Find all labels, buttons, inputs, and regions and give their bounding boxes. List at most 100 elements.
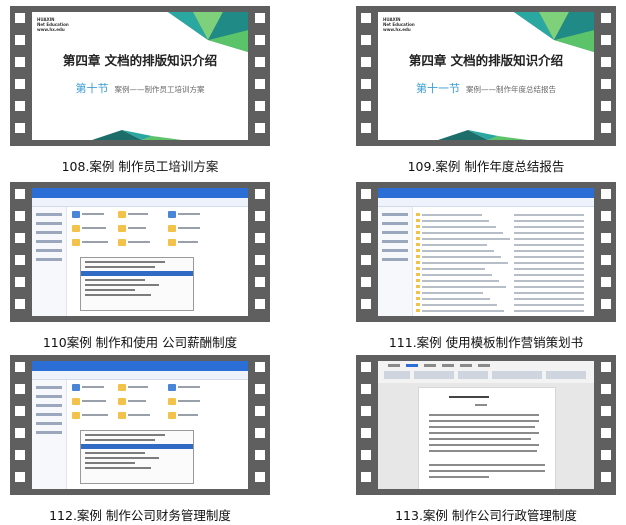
film-perforation — [601, 450, 611, 460]
film-perforation — [15, 255, 25, 265]
film-perforation — [601, 123, 611, 133]
film-strip-frame — [10, 355, 270, 495]
video-caption[interactable]: 110案例 制作和使用 公司薪酬制度 — [10, 332, 270, 351]
film-perforation — [601, 35, 611, 45]
film-perforation — [255, 472, 265, 482]
film-perforation — [361, 384, 371, 394]
film-perforations-right — [250, 182, 270, 322]
thumbnail-image[interactable] — [378, 188, 594, 316]
film-perforation — [255, 233, 265, 243]
decorative-polygons — [514, 12, 594, 52]
document-page — [418, 387, 556, 489]
film-perforation — [601, 79, 611, 89]
film-perforation — [255, 79, 265, 89]
film-strip-frame: HUAXIN Net Education www.hx.edu 第四章 文档的排… — [10, 6, 270, 146]
film-perforation — [15, 450, 25, 460]
film-perforation — [361, 189, 371, 199]
video-thumbnail-card[interactable]: 113.案例 制作公司行政管理制度 — [356, 355, 616, 523]
film-perforation — [15, 362, 25, 372]
film-perforation — [15, 189, 25, 199]
film-strip-frame — [10, 182, 270, 322]
film-perforation — [255, 450, 265, 460]
film-perforation — [255, 384, 265, 394]
section-number: 第十节 — [75, 82, 109, 95]
film-perforation — [361, 255, 371, 265]
film-perforation — [15, 299, 25, 309]
film-perforation — [361, 79, 371, 89]
video-caption[interactable]: 112.案例 制作公司财务管理制度 — [10, 505, 270, 524]
film-perforation — [361, 362, 371, 372]
video-caption[interactable]: 108.案例 制作员工培训方案 — [10, 156, 270, 175]
film-perforation — [255, 428, 265, 438]
film-perforation — [601, 384, 611, 394]
section-subtitle: 案例——制作年度总结报告 — [466, 85, 556, 94]
film-perforation — [255, 13, 265, 23]
video-thumbnail-card[interactable]: 112.案例 制作公司财务管理制度 — [10, 355, 270, 523]
logo: HUAXIN Net Education www.hx.edu — [37, 17, 69, 32]
film-perforation — [361, 57, 371, 67]
film-strip-frame — [356, 355, 616, 495]
film-perforation — [15, 35, 25, 45]
file-list-screenshot — [378, 188, 594, 316]
film-perforation — [601, 406, 611, 416]
film-perforations-left — [10, 6, 30, 146]
film-perforation — [15, 384, 25, 394]
film-perforation — [15, 79, 25, 89]
video-thumbnail-card[interactable]: 111.案例 使用模板制作营销策划书 — [356, 182, 616, 350]
film-perforations-left — [356, 355, 376, 495]
film-perforation — [361, 299, 371, 309]
film-perforation — [601, 211, 611, 221]
slide-section: 第十一节 案例——制作年度总结报告 — [378, 80, 594, 96]
film-perforation — [361, 450, 371, 460]
thumbnail-image[interactable]: HUAXIN Net Education www.hx.edu 第四章 文档的排… — [32, 12, 248, 140]
thumbnail-image[interactable] — [378, 361, 594, 489]
thumbnail-image[interactable]: HUAXIN Net Education www.hx.edu 第四章 文档的排… — [378, 12, 594, 140]
film-perforation — [255, 211, 265, 221]
film-perforation — [361, 277, 371, 287]
file-dialog-screenshot — [32, 188, 248, 316]
film-perforation — [15, 406, 25, 416]
film-perforation — [255, 123, 265, 133]
film-perforations-left — [356, 6, 376, 146]
video-caption[interactable]: 109.案例 制作年度总结报告 — [356, 156, 616, 175]
film-perforation — [601, 277, 611, 287]
film-perforation — [15, 123, 25, 133]
film-perforation — [255, 362, 265, 372]
film-perforation — [361, 123, 371, 133]
film-strip-frame — [356, 182, 616, 322]
film-perforation — [601, 57, 611, 67]
film-perforation — [15, 233, 25, 243]
film-perforation — [255, 299, 265, 309]
video-thumbnail-card[interactable]: 110案例 制作和使用 公司薪酬制度 — [10, 182, 270, 350]
film-perforations-right — [250, 355, 270, 495]
logo: HUAXIN Net Education www.hx.edu — [383, 17, 415, 32]
decorative-polygons-bottom — [92, 130, 182, 140]
film-perforations-right — [596, 6, 616, 146]
film-perforation — [255, 35, 265, 45]
film-perforation — [601, 233, 611, 243]
thumbnail-image[interactable] — [32, 188, 248, 316]
film-perforation — [601, 189, 611, 199]
film-perforation — [601, 101, 611, 111]
film-perforation — [15, 277, 25, 287]
video-thumbnail-card[interactable]: HUAXIN Net Education www.hx.edu 第四章 文档的排… — [356, 6, 616, 174]
film-perforation — [361, 472, 371, 482]
video-thumbnail-card[interactable]: HUAXIN Net Education www.hx.edu 第四章 文档的排… — [10, 6, 270, 174]
film-perforations-right — [250, 6, 270, 146]
film-perforation — [255, 57, 265, 67]
video-caption[interactable]: 113.案例 制作公司行政管理制度 — [356, 505, 616, 524]
film-perforations-left — [10, 182, 30, 322]
film-perforation — [361, 428, 371, 438]
film-perforation — [601, 13, 611, 23]
film-perforations-left — [10, 355, 30, 495]
video-caption[interactable]: 111.案例 使用模板制作营销策划书 — [356, 332, 616, 351]
slide-title: 第四章 文档的排版知识介绍 — [62, 53, 218, 68]
film-perforation — [15, 57, 25, 67]
film-perforation — [15, 211, 25, 221]
film-perforation — [255, 189, 265, 199]
thumbnail-image[interactable] — [32, 361, 248, 489]
file-dialog-screenshot — [32, 361, 248, 489]
film-perforation — [255, 255, 265, 265]
film-perforation — [601, 362, 611, 372]
film-perforation — [361, 35, 371, 45]
